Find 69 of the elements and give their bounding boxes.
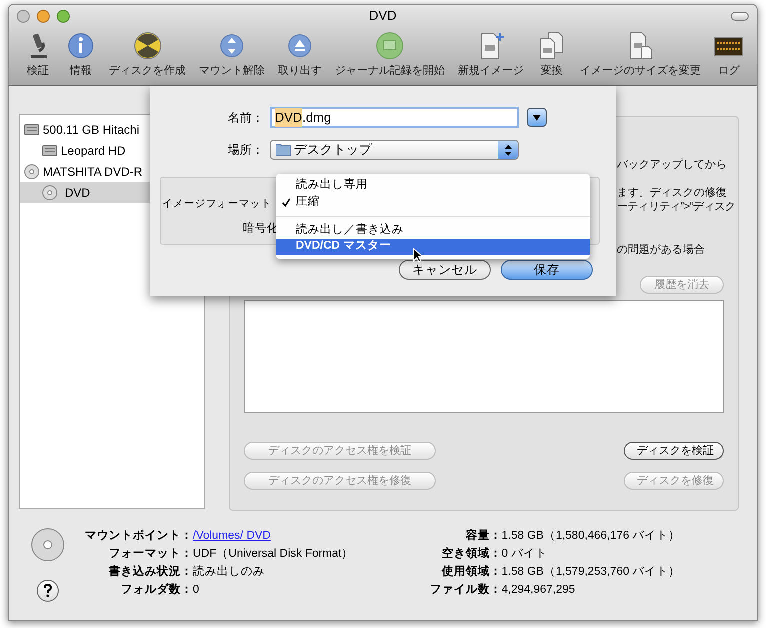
description-text: バックアップしてから bbox=[617, 158, 727, 172]
info-value: 4,294,967,295 bbox=[502, 583, 576, 598]
triangle-icon bbox=[533, 114, 541, 120]
expand-button[interactable] bbox=[527, 108, 547, 127]
encryption-label: 暗号化 bbox=[243, 221, 279, 237]
info-label: フォルダ数： bbox=[120, 582, 193, 598]
info-value: 1.58 GB（1,580,466,176 バイト） bbox=[502, 529, 681, 544]
mount-point-link[interactable]: /Volumes/ DVD bbox=[193, 528, 271, 544]
location-popup[interactable]: デスクトップ bbox=[270, 140, 519, 160]
push-button[interactable]: ディスクを検証 bbox=[624, 442, 724, 460]
name-field[interactable]: DVD.dmg bbox=[270, 107, 519, 128]
window-title: DVD bbox=[369, 7, 397, 26]
selected-text: DVD bbox=[275, 108, 302, 128]
menu-item[interactable]: 圧縮 bbox=[276, 194, 590, 217]
toolbar-button[interactable]: マウント解除 bbox=[199, 31, 265, 80]
item-label: MATSHITA DVD-R bbox=[43, 164, 143, 180]
menu-item[interactable]: 読み出し専用 bbox=[276, 178, 590, 194]
toolbar-button[interactable]: 検証 bbox=[23, 31, 53, 80]
menu-item[interactable]: 読み出し／書き込み bbox=[276, 223, 590, 239]
popup-value: デスクトップ bbox=[294, 141, 372, 159]
toolbar-button[interactable]: 変換 bbox=[537, 31, 567, 80]
info-icon bbox=[66, 31, 96, 61]
help-button[interactable] bbox=[37, 580, 59, 602]
toolbar-button[interactable]: 新規イメージ bbox=[458, 31, 524, 80]
description-text: ます。ディスクの修復 bbox=[617, 186, 727, 200]
item-label: 500.11 GB Hitachi bbox=[43, 122, 140, 138]
updown-arrows-icon bbox=[504, 144, 512, 156]
sheet-button[interactable]: キャンセル bbox=[399, 260, 491, 280]
toolbar-button[interactable]: ログ bbox=[714, 31, 744, 80]
zoom-button[interactable] bbox=[57, 10, 70, 22]
description-text: の問題がある場合 bbox=[617, 243, 705, 257]
radiation-icon bbox=[132, 31, 162, 61]
disk-icon bbox=[375, 31, 405, 61]
disc-icon bbox=[24, 164, 40, 180]
toolbar-button[interactable]: 情報 bbox=[66, 31, 96, 80]
item-label: Leopard HD bbox=[61, 142, 126, 160]
field-text: .dmg bbox=[302, 108, 332, 127]
info-value: UDF（Universal Disk Format） bbox=[193, 547, 354, 562]
info-value: 1.58 GB（1,579,253,760 バイト） bbox=[502, 565, 681, 580]
disc-icon bbox=[31, 528, 65, 562]
info-label: フォーマット： bbox=[108, 547, 193, 562]
hard-drive-icon bbox=[42, 144, 58, 158]
item-label: DVD bbox=[65, 184, 90, 202]
info-label: 書き込み状況： bbox=[108, 564, 193, 580]
location-label: 場所： bbox=[227, 142, 265, 159]
description-text: ーティリティ”>“ディスク bbox=[617, 200, 736, 214]
toolbar-button[interactable]: イメージのサイズを変更 bbox=[580, 31, 701, 80]
hard-drive-icon bbox=[24, 122, 40, 136]
info-value: 0 バイト bbox=[502, 547, 548, 562]
close-button[interactable] bbox=[17, 10, 30, 22]
info-label: マウントポイント： bbox=[84, 528, 193, 544]
toolbar-button[interactable]: 取り出す bbox=[278, 31, 322, 80]
disc-icon bbox=[42, 184, 58, 200]
sheet-button[interactable]: 保存 bbox=[501, 260, 593, 280]
minimize-button[interactable] bbox=[37, 10, 50, 22]
toolbar-button[interactable]: ディスクを作成 bbox=[109, 31, 186, 80]
folder-icon bbox=[276, 144, 291, 156]
menu-item[interactable]: DVD/CD マスター bbox=[276, 239, 590, 255]
info-label: 使用領域： bbox=[440, 564, 502, 580]
info-value: 読み出しのみ bbox=[193, 564, 266, 580]
name-label: 名前： bbox=[227, 110, 265, 126]
help-icon bbox=[43, 584, 53, 598]
info-label: 容量： bbox=[464, 528, 502, 544]
info-value: 0 bbox=[193, 583, 200, 598]
check-icon bbox=[282, 198, 290, 206]
toolbar-button[interactable]: ジャーナル記録を開始 bbox=[335, 31, 445, 80]
toolbar-toggle-button[interactable] bbox=[731, 12, 749, 20]
info-label: 空き領域： bbox=[440, 546, 502, 562]
info-label: ファイル数： bbox=[428, 582, 502, 598]
